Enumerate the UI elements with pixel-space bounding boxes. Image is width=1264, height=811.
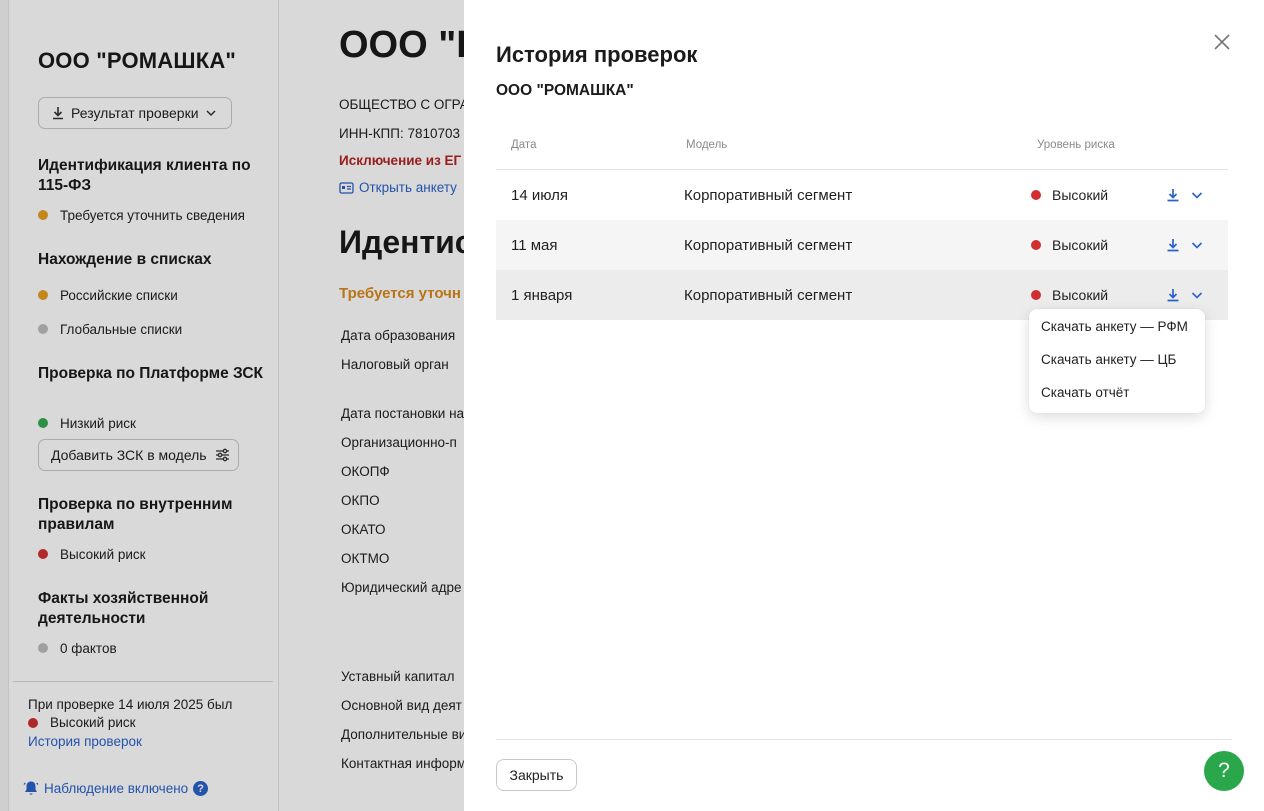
- column-header-date: Дата: [511, 139, 537, 151]
- modal-subtitle: ООО "РОМАШКА": [496, 82, 634, 99]
- column-header-risk: Уровень риска: [1037, 139, 1115, 151]
- row-risk: Высокий: [1031, 170, 1108, 220]
- chevron-down-icon[interactable]: [1189, 237, 1205, 253]
- row-model: Корпоративный сегмент: [684, 286, 853, 304]
- modal-title: История проверок: [496, 42, 698, 67]
- chevron-down-icon[interactable]: [1189, 287, 1205, 303]
- help-button[interactable]: ?: [1204, 751, 1244, 791]
- row-date: 1 января: [511, 286, 573, 304]
- row-date: 11 мая: [511, 236, 558, 254]
- close-icon[interactable]: [1212, 32, 1232, 52]
- download-dropdown-menu: Скачать анкету — РФМ Скачать анкету — ЦБ…: [1029, 309, 1205, 413]
- download-icon[interactable]: [1165, 237, 1181, 253]
- risk-label: Высокий: [1052, 237, 1109, 253]
- menu-item-download-form-cb[interactable]: Скачать анкету — ЦБ: [1041, 352, 1176, 367]
- row-model: Корпоративный сегмент: [684, 236, 853, 254]
- footer-divider: [496, 739, 1232, 740]
- risk-label: Высокий: [1052, 287, 1109, 303]
- menu-item-download-form-rfm[interactable]: Скачать анкету — РФМ: [1041, 319, 1188, 334]
- table-row[interactable]: 14 июля Корпоративный сегмент Высокий: [496, 170, 1228, 220]
- download-icon[interactable]: [1165, 287, 1181, 303]
- row-risk: Высокий: [1031, 220, 1108, 270]
- risk-dot: [1031, 290, 1041, 300]
- download-icon[interactable]: [1165, 187, 1181, 203]
- close-button[interactable]: Закрыть: [496, 759, 577, 791]
- table-row[interactable]: 11 мая Корпоративный сегмент Высокий: [496, 220, 1228, 270]
- chevron-down-icon[interactable]: [1189, 187, 1205, 203]
- risk-dot: [1031, 240, 1041, 250]
- risk-label: Высокий: [1052, 187, 1109, 203]
- history-modal: История проверок ООО "РОМАШКА" Дата Моде…: [464, 0, 1264, 811]
- menu-item-download-report[interactable]: Скачать отчёт: [1041, 385, 1130, 400]
- row-date: 14 июля: [511, 186, 569, 204]
- row-model: Корпоративный сегмент: [684, 186, 853, 204]
- risk-dot: [1031, 190, 1041, 200]
- column-header-model: Модель: [686, 139, 728, 151]
